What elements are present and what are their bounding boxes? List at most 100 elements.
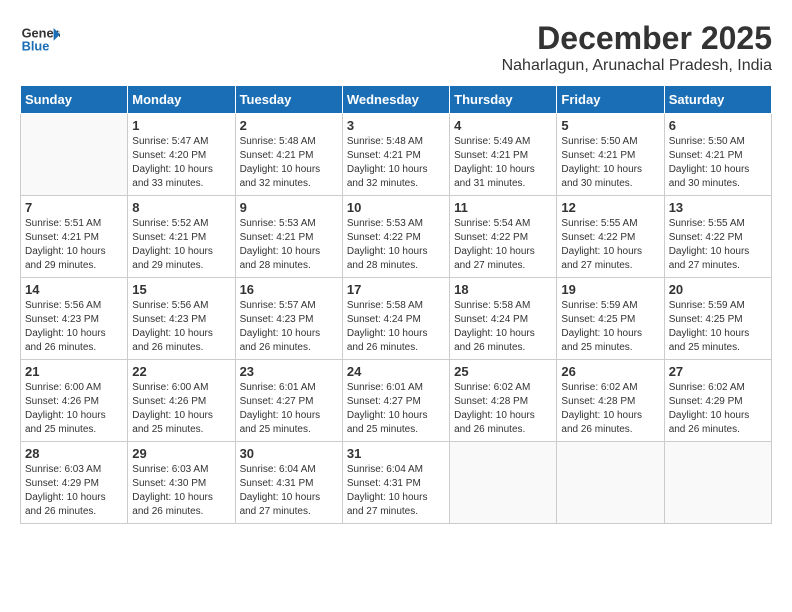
- day-number: 1: [132, 118, 230, 133]
- day-info: Sunrise: 5:47 AMSunset: 4:20 PMDaylight:…: [132, 135, 230, 191]
- day-number: 30: [240, 446, 338, 461]
- calendar-cell: 9 Sunrise: 5:53 AMSunset: 4:21 PMDaylight…: [235, 196, 342, 278]
- day-info: Sunrise: 6:00 AMSunset: 4:26 PMDaylight:…: [132, 381, 230, 437]
- day-number: 19: [561, 282, 659, 297]
- calendar-week-row: 28 Sunrise: 6:03 AMSunset: 4:29 PMDayligh…: [21, 442, 772, 524]
- day-info: Sunrise: 5:49 AMSunset: 4:21 PMDaylight:…: [454, 135, 552, 191]
- day-info: Sunrise: 5:54 AMSunset: 4:22 PMDaylight:…: [454, 217, 552, 273]
- calendar-header-sunday: Sunday: [21, 86, 128, 114]
- calendar-cell: 4 Sunrise: 5:49 AMSunset: 4:21 PMDaylight…: [450, 114, 557, 196]
- day-info: Sunrise: 5:58 AMSunset: 4:24 PMDaylight:…: [454, 299, 552, 355]
- day-number: 10: [347, 200, 445, 215]
- calendar-cell: 10 Sunrise: 5:53 AMSunset: 4:22 PMDayligh…: [342, 196, 449, 278]
- calendar-cell: 8 Sunrise: 5:52 AMSunset: 4:21 PMDaylight…: [128, 196, 235, 278]
- calendar-week-row: 7 Sunrise: 5:51 AMSunset: 4:21 PMDaylight…: [21, 196, 772, 278]
- calendar-cell: 6 Sunrise: 5:50 AMSunset: 4:21 PMDaylight…: [664, 114, 771, 196]
- location-subtitle: Naharlagun, Arunachal Pradesh, India: [502, 57, 772, 75]
- day-info: Sunrise: 5:59 AMSunset: 4:25 PMDaylight:…: [669, 299, 767, 355]
- day-info: Sunrise: 6:02 AMSunset: 4:28 PMDaylight:…: [454, 381, 552, 437]
- calendar-cell: 14 Sunrise: 5:56 AMSunset: 4:23 PMDayligh…: [21, 278, 128, 360]
- calendar-cell: 7 Sunrise: 5:51 AMSunset: 4:21 PMDaylight…: [21, 196, 128, 278]
- svg-text:Blue: Blue: [22, 38, 50, 53]
- calendar-cell: 28 Sunrise: 6:03 AMSunset: 4:29 PMDayligh…: [21, 442, 128, 524]
- calendar-header-wednesday: Wednesday: [342, 86, 449, 114]
- logo-icon: General Blue: [20, 20, 60, 60]
- calendar-week-row: 1 Sunrise: 5:47 AMSunset: 4:20 PMDaylight…: [21, 114, 772, 196]
- day-number: 9: [240, 200, 338, 215]
- day-number: 26: [561, 364, 659, 379]
- day-number: 7: [25, 200, 123, 215]
- day-info: Sunrise: 5:58 AMSunset: 4:24 PMDaylight:…: [347, 299, 445, 355]
- day-info: Sunrise: 5:50 AMSunset: 4:21 PMDaylight:…: [669, 135, 767, 191]
- calendar-cell: [664, 442, 771, 524]
- day-number: 2: [240, 118, 338, 133]
- day-number: 27: [669, 364, 767, 379]
- day-number: 3: [347, 118, 445, 133]
- day-info: Sunrise: 5:56 AMSunset: 4:23 PMDaylight:…: [132, 299, 230, 355]
- calendar-cell: 22 Sunrise: 6:00 AMSunset: 4:26 PMDayligh…: [128, 360, 235, 442]
- day-number: 15: [132, 282, 230, 297]
- day-number: 12: [561, 200, 659, 215]
- day-number: 25: [454, 364, 552, 379]
- calendar-cell: 19 Sunrise: 5:59 AMSunset: 4:25 PMDayligh…: [557, 278, 664, 360]
- day-number: 28: [25, 446, 123, 461]
- calendar-cell: 25 Sunrise: 6:02 AMSunset: 4:28 PMDayligh…: [450, 360, 557, 442]
- calendar-header-thursday: Thursday: [450, 86, 557, 114]
- calendar-header-tuesday: Tuesday: [235, 86, 342, 114]
- day-info: Sunrise: 5:50 AMSunset: 4:21 PMDaylight:…: [561, 135, 659, 191]
- day-number: 4: [454, 118, 552, 133]
- calendar-header-saturday: Saturday: [664, 86, 771, 114]
- calendar-header-friday: Friday: [557, 86, 664, 114]
- day-info: Sunrise: 5:55 AMSunset: 4:22 PMDaylight:…: [561, 217, 659, 273]
- calendar-cell: 31 Sunrise: 6:04 AMSunset: 4:31 PMDayligh…: [342, 442, 449, 524]
- calendar-cell: 29Sunrise: 6:03 AMSunset: 4:30 PMDayligh…: [128, 442, 235, 524]
- day-number: 8: [132, 200, 230, 215]
- day-number: 24: [347, 364, 445, 379]
- day-number: 18: [454, 282, 552, 297]
- day-info: Sunrise: 6:04 AMSunset: 4:31 PMDaylight:…: [347, 463, 445, 519]
- day-info: Sunrise: 5:48 AMSunset: 4:21 PMDaylight:…: [347, 135, 445, 191]
- calendar-cell: 26Sunrise: 6:02 AMSunset: 4:28 PMDayligh…: [557, 360, 664, 442]
- day-info: Sunrise: 6:03 AMSunset: 4:29 PMDaylight:…: [25, 463, 123, 519]
- day-info: Sunrise: 6:02 AMSunset: 4:29 PMDaylight:…: [669, 381, 767, 437]
- calendar-header-row: SundayMondayTuesdayWednesdayThursdayFrid…: [21, 86, 772, 114]
- calendar-cell: 16Sunrise: 5:57 AMSunset: 4:23 PMDayligh…: [235, 278, 342, 360]
- calendar-cell: 1 Sunrise: 5:47 AMSunset: 4:20 PMDaylight…: [128, 114, 235, 196]
- day-info: Sunrise: 5:48 AMSunset: 4:21 PMDaylight:…: [240, 135, 338, 191]
- calendar-cell: 5Sunrise: 5:50 AMSunset: 4:21 PMDaylight…: [557, 114, 664, 196]
- day-info: Sunrise: 5:56 AMSunset: 4:23 PMDaylight:…: [25, 299, 123, 355]
- calendar-cell: [21, 114, 128, 196]
- day-info: Sunrise: 5:53 AMSunset: 4:21 PMDaylight:…: [240, 217, 338, 273]
- day-number: 29: [132, 446, 230, 461]
- calendar-cell: 17 Sunrise: 5:58 AMSunset: 4:24 PMDayligh…: [342, 278, 449, 360]
- calendar-cell: 13Sunrise: 5:55 AMSunset: 4:22 PMDayligh…: [664, 196, 771, 278]
- day-number: 6: [669, 118, 767, 133]
- calendar-cell: [557, 442, 664, 524]
- calendar-week-row: 21 Sunrise: 6:00 AMSunset: 4:26 PMDayligh…: [21, 360, 772, 442]
- day-info: Sunrise: 6:00 AMSunset: 4:26 PMDaylight:…: [25, 381, 123, 437]
- calendar-cell: 24Sunrise: 6:01 AMSunset: 4:27 PMDayligh…: [342, 360, 449, 442]
- day-number: 20: [669, 282, 767, 297]
- calendar-cell: 12 Sunrise: 5:55 AMSunset: 4:22 PMDayligh…: [557, 196, 664, 278]
- calendar-cell: 20 Sunrise: 5:59 AMSunset: 4:25 PMDayligh…: [664, 278, 771, 360]
- day-info: Sunrise: 5:52 AMSunset: 4:21 PMDaylight:…: [132, 217, 230, 273]
- calendar-cell: 27 Sunrise: 6:02 AMSunset: 4:29 PMDayligh…: [664, 360, 771, 442]
- day-number: 22: [132, 364, 230, 379]
- day-number: 14: [25, 282, 123, 297]
- day-number: 17: [347, 282, 445, 297]
- calendar-cell: 2 Sunrise: 5:48 AMSunset: 4:21 PMDaylight…: [235, 114, 342, 196]
- day-info: Sunrise: 5:53 AMSunset: 4:22 PMDaylight:…: [347, 217, 445, 273]
- calendar-cell: [450, 442, 557, 524]
- calendar-cell: 30Sunrise: 6:04 AMSunset: 4:31 PMDayligh…: [235, 442, 342, 524]
- day-info: Sunrise: 6:01 AMSunset: 4:27 PMDaylight:…: [240, 381, 338, 437]
- day-info: Sunrise: 5:59 AMSunset: 4:25 PMDaylight:…: [561, 299, 659, 355]
- calendar-cell: 15 Sunrise: 5:56 AMSunset: 4:23 PMDayligh…: [128, 278, 235, 360]
- day-number: 21: [25, 364, 123, 379]
- day-number: 11: [454, 200, 552, 215]
- day-info: Sunrise: 5:51 AMSunset: 4:21 PMDaylight:…: [25, 217, 123, 273]
- logo: General Blue: [20, 20, 64, 60]
- day-number: 31: [347, 446, 445, 461]
- day-number: 13: [669, 200, 767, 215]
- page-header: General Blue December 2025 Naharlagun, A…: [20, 20, 772, 75]
- calendar-cell: 21 Sunrise: 6:00 AMSunset: 4:26 PMDayligh…: [21, 360, 128, 442]
